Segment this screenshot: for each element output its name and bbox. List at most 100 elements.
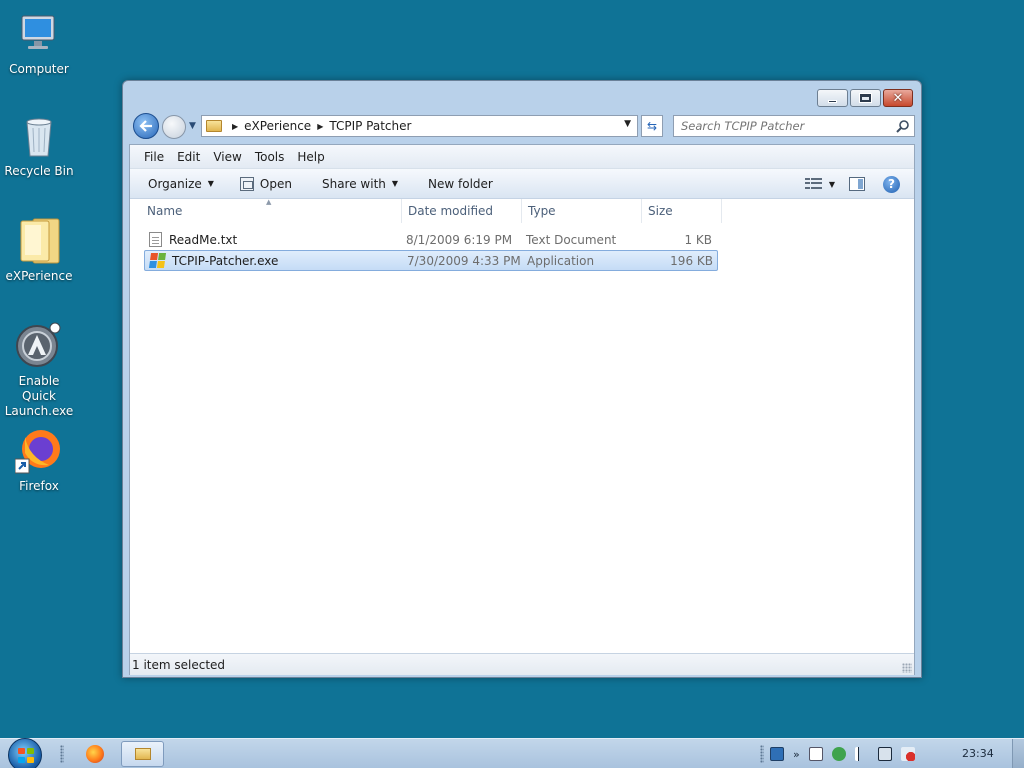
search-icon[interactable] [896,119,910,133]
address-dropdown-icon[interactable]: ▼ [624,119,631,129]
column-date-label: Date modified [408,204,494,218]
close-button[interactable]: ✕ [883,89,913,107]
new-folder-label: New folder [428,176,493,191]
chevron-down-icon: ▼ [207,179,214,188]
resize-grip-icon[interactable] [902,663,912,673]
start-button[interactable] [8,738,42,768]
search-box[interactable] [673,115,915,137]
open-button[interactable]: Open [234,173,298,195]
minimize-button[interactable] [817,89,848,107]
minimize-icon [828,99,837,103]
network-icon[interactable] [877,747,892,761]
views-icon[interactable] [804,178,822,190]
system-tray: » [770,744,924,764]
taskbar: » 23:34 [0,738,1024,768]
column-name-label: Name [147,204,183,218]
file-type: Text Document [526,232,617,247]
column-header: Name ▲ Date modified Type Size [130,198,914,223]
file-name: ReadMe.txt [169,232,238,247]
desktop-icon-label: Computer [9,62,69,76]
explorer-window: ✕ ▼ ▶ eXPerience ▶ TCPIP Patcher ▼ ⇆ Fil… [122,80,922,678]
desktop-icon-label: Firefox [19,479,59,493]
taskbar-explorer-button[interactable] [121,741,164,767]
forward-button[interactable] [162,115,186,139]
column-type-label: Type [528,204,556,218]
organize-label: Organize [148,176,202,191]
refresh-icon: ⇆ [646,119,658,133]
menu-file[interactable]: File [144,150,164,164]
firefox-icon [14,427,63,475]
volume-muted-icon[interactable] [900,747,915,761]
breadcrumb-item[interactable]: eXPerience [244,119,311,133]
status-text: 1 item selected [132,657,226,672]
breadcrumb-separator-icon[interactable]: ▶ [232,122,238,131]
preview-pane-icon[interactable] [849,177,865,191]
menu-bar: File Edit View Tools Help [130,145,914,169]
toolbar-right: ▼ ? [804,169,914,199]
text-file-icon [149,232,162,247]
column-type[interactable]: Type [522,199,642,223]
desktop-icon-experience[interactable]: eXPerience [0,217,78,284]
file-type: Application [527,253,595,268]
desktop-icon-computer[interactable]: Computer [0,10,78,77]
file-row-selected[interactable]: TCPIP-Patcher.exe 7/30/2009 4:33 PM Appl… [144,250,718,271]
desktop-icon-label: Recycle Bin [4,164,74,178]
recent-pages-dropdown[interactable]: ▼ [189,121,196,131]
quick-launch-app-icon [15,322,63,370]
file-row[interactable]: ReadMe.txt 8/1/2009 6:19 PM Text Documen… [144,229,718,250]
back-button[interactable] [133,113,159,139]
file-size: 196 KB [670,253,713,268]
navigation-bar: ▼ ▶ eXPerience ▶ TCPIP Patcher ▼ ⇆ [131,113,915,139]
help-icon[interactable]: ? [883,175,900,193]
arrow-left-icon [139,120,152,132]
maximize-button[interactable] [850,89,881,107]
desktop-icon-firefox[interactable]: Firefox [0,427,78,494]
command-bar: Organize ▼ Open Share with ▼ New folder ▼ … [130,169,914,199]
menu-view[interactable]: View [213,150,241,164]
windows-logo-icon [18,748,34,763]
share-with-button[interactable]: Share with ▼ [316,173,404,195]
document-icon[interactable] [808,747,823,761]
column-size[interactable]: Size [642,199,722,223]
menu-tools[interactable]: Tools [255,150,285,164]
file-list: ReadMe.txt 8/1/2009 6:19 PM Text Documen… [144,229,718,271]
desktop-icon-recycle-bin[interactable]: Recycle Bin [0,112,78,179]
desktop-icon-label: eXPerience [5,269,73,283]
breadcrumb-item[interactable]: TCPIP Patcher [329,119,411,133]
refresh-button[interactable]: ⇆ [641,115,663,137]
file-date: 7/30/2009 4:33 PM [407,253,521,268]
recycle-bin-icon [15,112,63,160]
security-shield-icon[interactable] [831,747,846,761]
menu-help[interactable]: Help [297,150,324,164]
breadcrumb-separator-icon[interactable]: ▶ [317,122,323,131]
desktop-icon-enable-quick-launch[interactable]: Enable Quick Launch.exe [0,322,78,419]
organize-button[interactable]: Organize ▼ [142,173,220,195]
file-name-cell: ReadMe.txt [144,232,402,247]
maximize-icon [860,94,871,102]
taskbar-firefox-icon[interactable] [86,745,104,763]
open-icon [239,176,254,191]
taskbar-grip-icon[interactable] [760,745,764,763]
folder-icon [206,120,222,132]
taskbar-grip-icon[interactable] [60,745,64,763]
views-dropdown-icon[interactable]: ▼ [829,180,835,189]
status-bar: 1 item selected [130,653,914,675]
action-center-flag-icon[interactable] [854,747,869,761]
chevron-down-icon: ▼ [391,179,399,188]
address-bar[interactable]: ▶ eXPerience ▶ TCPIP Patcher ▼ [201,115,638,137]
open-label: Open [259,176,292,191]
menu-edit[interactable]: Edit [177,150,200,164]
file-name-cell: TCPIP-Patcher.exe [145,253,403,268]
file-size: 1 KB [684,232,712,247]
new-folder-button[interactable]: New folder [422,173,499,195]
show-desktop-button[interactable] [1012,739,1024,768]
desktop-toolbar-icon[interactable] [770,747,784,761]
column-name[interactable]: Name ▲ [130,198,402,223]
column-date-modified[interactable]: Date modified [402,199,522,223]
share-with-label: Share with [321,176,386,191]
application-icon [148,253,167,268]
search-input[interactable] [681,119,881,133]
file-date: 8/1/2009 6:19 PM [406,232,513,247]
clock[interactable]: 23:34 [962,747,994,760]
tray-expand-icon[interactable]: » [793,748,800,761]
